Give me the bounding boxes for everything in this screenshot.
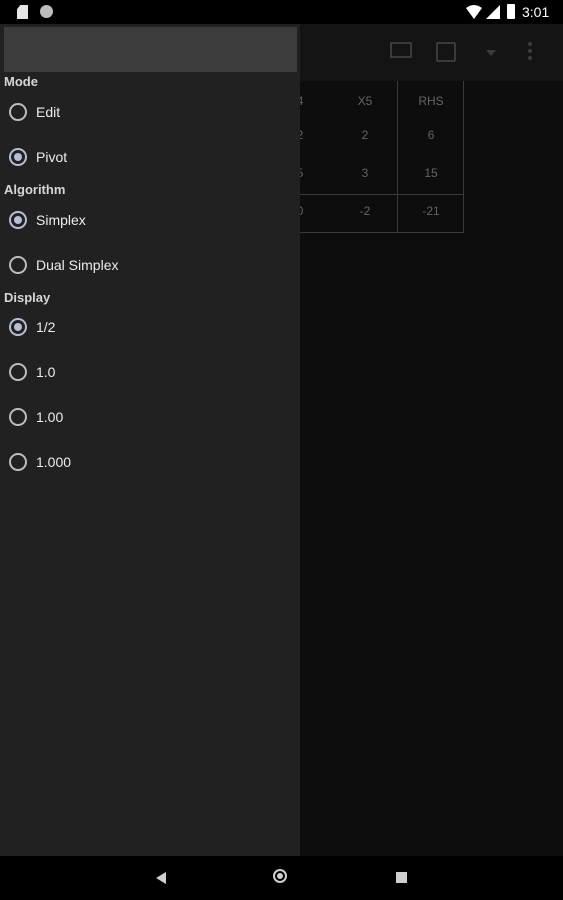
radio-button[interactable]: [9, 408, 27, 426]
radio-display-2dp[interactable]: 1.00: [9, 405, 63, 429]
radio-display-3dp[interactable]: 1.000: [9, 450, 71, 474]
battery-icon: [507, 4, 515, 19]
radio-label: Dual Simplex: [36, 257, 119, 273]
sd-card-icon: [17, 5, 28, 19]
radio-mode-pivot[interactable]: Pivot: [9, 145, 67, 169]
status-time: 3:01: [522, 4, 550, 20]
notification-dot-icon: [40, 5, 53, 18]
home-icon[interactable]: [273, 869, 287, 883]
radio-button[interactable]: [9, 363, 27, 381]
wifi-icon: [466, 5, 482, 19]
radio-label: 1.0: [36, 364, 56, 380]
radio-label: 1.000: [36, 454, 72, 470]
drawer-header: [4, 27, 297, 72]
radio-button[interactable]: [9, 211, 27, 229]
section-title-algorithm: Algorithm: [4, 182, 66, 197]
radio-mode-edit[interactable]: Edit: [9, 100, 60, 124]
radio-button[interactable]: [9, 453, 27, 471]
radio-button[interactable]: [9, 318, 27, 336]
recents-icon[interactable]: [396, 872, 407, 883]
signal-icon: [486, 5, 500, 19]
radio-label: Edit: [36, 104, 61, 120]
navigation-drawer: Mode Edit Pivot Algorithm Simplex Dual S…: [0, 24, 300, 856]
radio-label: 1.00: [36, 409, 64, 425]
radio-button[interactable]: [9, 103, 27, 121]
radio-label: Simplex: [36, 212, 86, 228]
section-title-mode: Mode: [4, 74, 38, 89]
radio-display-fraction[interactable]: 1/2: [9, 315, 55, 339]
radio-label: Pivot: [36, 149, 68, 165]
section-title-display: Display: [4, 290, 51, 305]
status-bar: 3:01: [0, 0, 563, 24]
radio-label: 1/2: [36, 319, 56, 335]
radio-button[interactable]: [9, 148, 27, 166]
system-nav-bar: [0, 856, 563, 900]
radio-algorithm-dual-simplex[interactable]: Dual Simplex: [9, 253, 118, 277]
radio-button[interactable]: [9, 256, 27, 274]
back-icon[interactable]: [156, 872, 166, 884]
radio-display-1dp[interactable]: 1.0: [9, 360, 55, 384]
radio-algorithm-simplex[interactable]: Simplex: [9, 208, 86, 232]
